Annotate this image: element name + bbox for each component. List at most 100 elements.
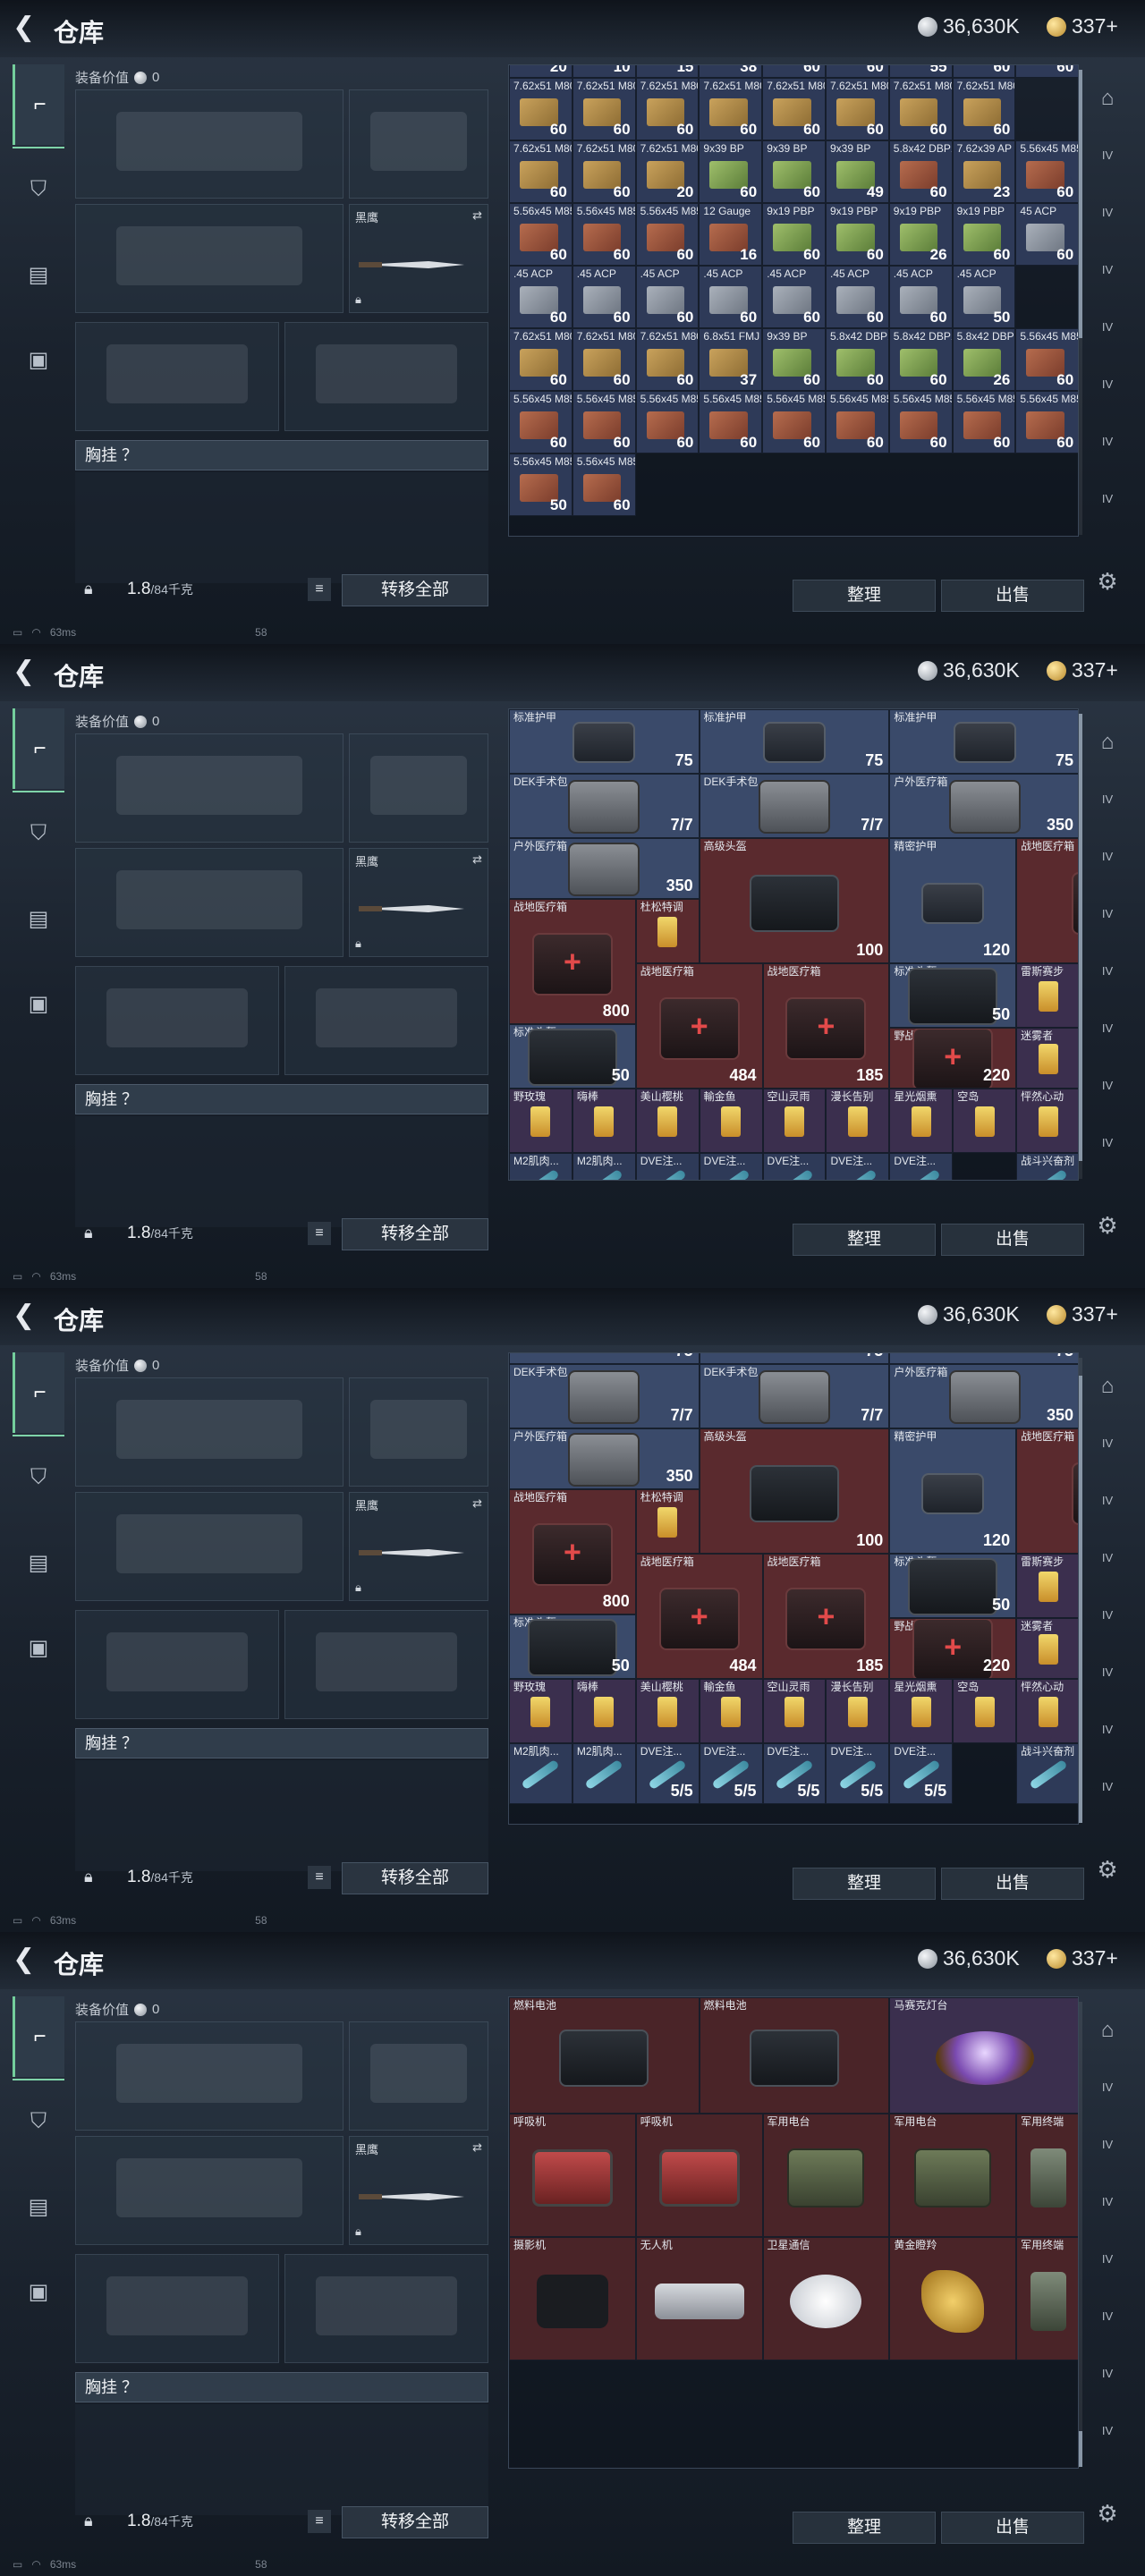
drink-cell[interactable]: 嗨棒 [572,1679,636,1743]
medkit-cell[interactable]: DEK手术包 7/7 [509,1364,700,1428]
syringe-cell[interactable]: 战斗兴奋剂 [1016,1743,1078,1804]
transfer-all-button[interactable]: 转移全部 [342,2506,488,2538]
armor-slot[interactable] [284,2254,488,2363]
armor-cell[interactable]: 精密护甲 120 [889,838,1017,963]
syringe-cell[interactable]: DVE注...5/5 [635,1743,700,1804]
ammo-cell[interactable]: 7.62x51 M80 60 [509,328,572,391]
syringe-cell[interactable]: DVE注...5/5 [699,1153,763,1180]
ammo-cell[interactable]: 5.56x45 M855A1 60 [572,391,636,453]
drink-cell[interactable]: 雷斯赛步 [1016,963,1078,1028]
syringe-cell[interactable]: DVE注...5/5 [762,1153,827,1180]
armor-cell[interactable]: 标准护甲75 [889,1353,1078,1364]
nav-tab-pistol[interactable]: ⌐ [13,1352,64,1433]
loot-cell[interactable]: 呼吸机 [509,2114,636,2237]
secondary-weapon-slot[interactable] [75,848,344,957]
chest-rig-slot[interactable]: 胸挂 ？ [75,1084,488,1114]
ammo-cell[interactable]: 5.56x45 M855A1 60 [1015,328,1078,391]
storage-tab-5-icon[interactable]: IV [1090,1011,1125,1046]
gold-currency[interactable]: 337+ [1047,1302,1118,1326]
ammo-cell[interactable]: 9x39 BP 60 [699,140,763,203]
storage-tab-4-icon[interactable]: IV [1090,953,1125,989]
helmet-slot[interactable] [75,322,279,431]
ammo-cell[interactable]: 5.56x45 M855A1 60 [762,391,826,453]
drink-cell[interactable]: 迷雾者 [1016,1028,1078,1089]
ammo-cell[interactable]: 7.62x51 M80 60 [509,78,572,140]
storage-tab-3-icon[interactable]: IV [1090,2184,1125,2220]
armor-cell[interactable]: 标准护甲75 [699,1353,890,1364]
scrollbar[interactable] [1079,1358,1082,1823]
nav-tab-backpack[interactable]: ▤ [13,1522,64,1603]
drink-cell[interactable]: 漫长告别 [826,1089,890,1153]
medkit-cell[interactable]: 户外医疗箱 350 [509,1428,700,1489]
gear-icon[interactable]: ⚙ [1090,564,1125,599]
ammo-cell[interactable]: 45 ACP 60 [1015,203,1078,266]
syringe-cell[interactable]: DVE注...5/5 [762,1743,827,1804]
helmet-cell[interactable]: 高级头盔 100 [699,838,890,963]
ammo-cell[interactable]: 7.62x51 M80 60 [699,78,763,140]
secondary-weapon-slot[interactable] [75,1492,344,1601]
loot-cell[interactable]: 黄金瞪羚 [889,2237,1017,2360]
storage-tab-1-icon[interactable]: IV [1090,2070,1125,2106]
safe-icon[interactable]: ⌂ [1090,1368,1125,1404]
medkit-cell[interactable]: 战地医疗箱 484 [635,1554,763,1679]
medkit-cell[interactable]: 野战急救包220 [889,1028,1017,1089]
sidearm-slot[interactable] [349,733,488,843]
primary-weapon-slot[interactable] [75,89,344,199]
ammo-cell[interactable]: 5.56x45 M855 60 [635,203,700,266]
ammo-cell[interactable]: 5.56x45 M855A1 60 [888,391,953,453]
list-icon[interactable]: ≡ [308,2510,331,2533]
syringe-cell[interactable]: M2肌肉... [509,1153,572,1180]
ammo-cell[interactable]: 5.56x45 M855A1 60 [1015,391,1078,453]
helmet-cell[interactable]: 标准头盔50 [889,1554,1017,1618]
armor-cell[interactable]: 标准护甲75 [889,709,1078,774]
nav-tab-pistol[interactable]: ⌐ [13,1996,64,2077]
ammo-cell[interactable]: .45 ACP 60 [762,266,826,328]
back-arrow-icon[interactable]: ❮ [13,14,43,45]
swap-icon[interactable]: ⇄ [472,852,482,867]
medkit-cell[interactable]: 野战急救包220 [889,1618,1017,1679]
lock-icon[interactable]: 🔒︎ [84,1224,93,1242]
loot-cell[interactable]: 军用终端 [1016,2114,1078,2237]
swap-icon[interactable]: ⇄ [472,2140,482,2155]
medkit-cell[interactable]: 战地医疗箱800 [509,899,636,1024]
swap-icon[interactable]: ⇄ [472,208,482,223]
medkit-cell[interactable]: DEK手术包 7/7 [699,1364,890,1428]
drink-cell[interactable]: 空岛 [953,1089,1017,1153]
storage-tab-6-icon[interactable]: IV [1090,1712,1125,1748]
drink-cell[interactable]: 怦然心动 [1016,1679,1078,1743]
nav-tab-vest[interactable]: ⛉ [13,2081,64,2162]
list-icon[interactable]: ≡ [308,1866,331,1889]
scrollbar-thumb[interactable] [1079,2431,1082,2467]
ammo-cell[interactable]: 7.62x51 M80 60 [635,78,700,140]
syringe-cell[interactable]: DVE注...5/5 [699,1743,763,1804]
medkit-cell[interactable]: DEK手术包 7/7 [699,774,890,838]
swap-icon[interactable]: ⇄ [472,1496,482,1511]
storage-tab-2-icon[interactable]: IV [1090,2127,1125,2163]
drink-cell[interactable]: 迷雾者 [1016,1618,1078,1679]
loot-cell[interactable]: 军用电台 [889,2114,1017,2237]
melee-slot[interactable]: 黑鹰 ⇄ 🔒︎ [349,204,488,313]
armor-slot[interactable] [284,966,488,1075]
medkit-cell[interactable]: 战地医疗箱800 [1016,838,1078,963]
storage-tab-1-icon[interactable]: IV [1090,1426,1125,1462]
loot-cell[interactable]: 军用终端 [1016,2237,1078,2360]
ammo-cell[interactable]: 5.56x45 M855A1 60 [699,391,763,453]
storage-tab-1-icon[interactable]: IV [1090,782,1125,818]
syringe-cell[interactable]: M2肌肉... [572,1743,636,1804]
ammo-cell-partial[interactable]: 60 [1015,65,1078,78]
melee-slot[interactable]: 黑鹰 ⇄ 🔒︎ [349,848,488,957]
medkit-cell[interactable]: DEK手术包 7/7 [509,774,700,838]
ammo-cell-partial[interactable]: 60 [762,65,826,78]
syringe-cell[interactable]: DVE注...5/5 [889,1153,954,1180]
ammo-cell[interactable]: 9x39 BP 49 [826,140,889,203]
ammo-cell[interactable]: 7.62x51 M80 20 [635,140,700,203]
armor-cell[interactable]: 标准护甲75 [699,709,890,774]
ammo-cell[interactable]: 9x19 PBP 26 [888,203,953,266]
loot-cell[interactable]: 呼吸机 [635,2114,763,2237]
nav-tab-backpack[interactable]: ▤ [13,2166,64,2247]
ammo-cell[interactable]: .45 ACP 60 [509,266,572,328]
ammo-cell-partial[interactable]: 15 [635,65,700,78]
sell-button[interactable]: 出售 [941,1224,1084,1256]
chest-rig-slot[interactable]: 胸挂 ？ [75,2372,488,2402]
nav-tab-vest[interactable]: ⛉ [13,1437,64,1518]
